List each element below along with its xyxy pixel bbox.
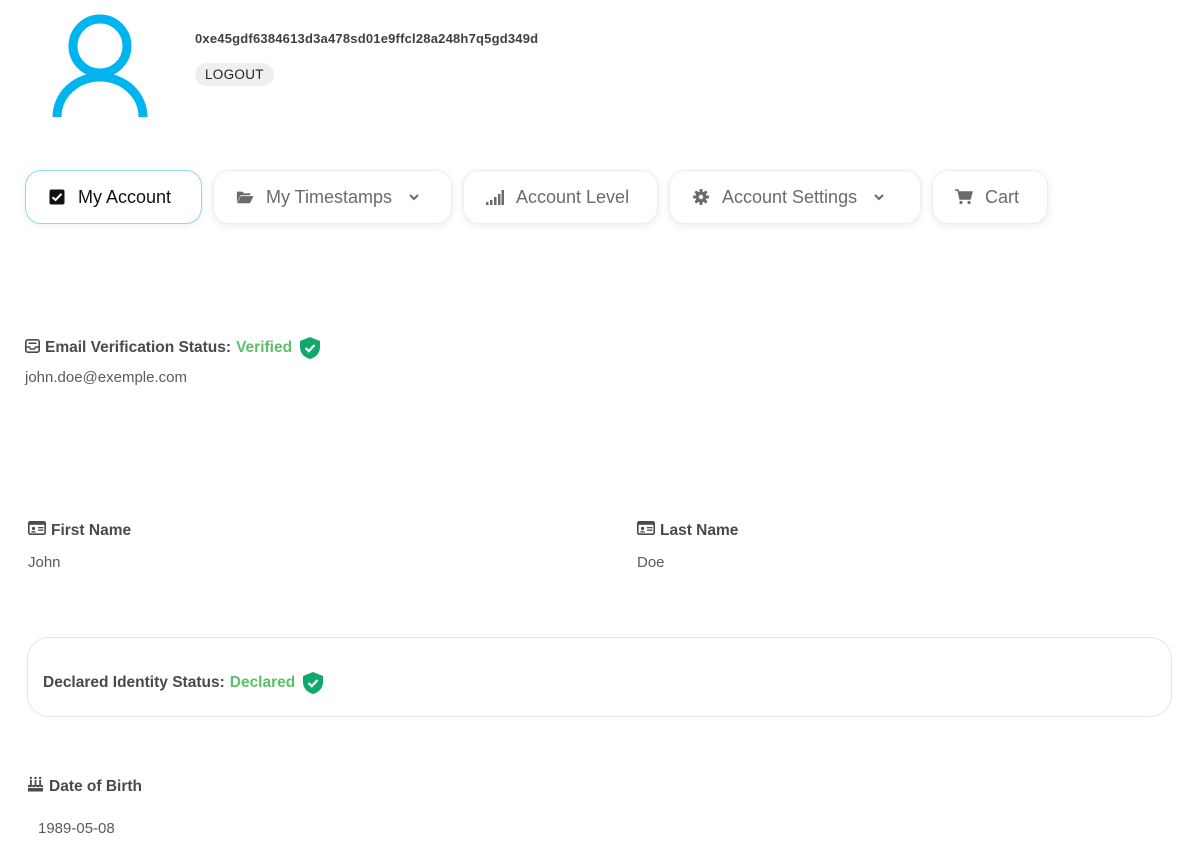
tab-label: My Timestamps bbox=[266, 186, 393, 207]
tab-label: My Account bbox=[78, 186, 172, 207]
tab-label: Account Level bbox=[516, 186, 630, 207]
date-of-birth-label: Date of Birth bbox=[27, 776, 142, 797]
id-card-icon bbox=[28, 521, 46, 540]
tab-account-level[interactable]: Account Level bbox=[463, 170, 658, 224]
identity-status-label: Declared Identity Status: bbox=[43, 674, 225, 691]
shield-check-icon bbox=[303, 672, 324, 694]
tab-label: Account Settings bbox=[722, 186, 858, 207]
tab-label: Cart bbox=[985, 186, 1020, 207]
first-name-value: John bbox=[28, 554, 61, 571]
email-address: john.doe@exemple.com bbox=[25, 369, 187, 386]
inbox-icon bbox=[25, 338, 40, 358]
account-nav: My Account My Timestamps Account Level A… bbox=[25, 170, 1048, 224]
gear-icon bbox=[692, 188, 710, 206]
chevron-down-icon bbox=[409, 194, 419, 201]
identity-status: Declared Identity Status: Declared bbox=[43, 671, 324, 695]
wallet-address: 0xe45gdf6384613d3a478sd01e9ffcl28a248h7q… bbox=[195, 31, 539, 46]
signal-icon bbox=[486, 188, 504, 206]
tab-my-account[interactable]: My Account bbox=[25, 170, 202, 224]
last-name-label: Last Name bbox=[637, 521, 738, 540]
tab-cart[interactable]: Cart bbox=[932, 170, 1048, 224]
identity-status-value: Declared bbox=[229, 674, 296, 691]
folder-open-icon bbox=[236, 188, 254, 206]
email-status-label: Email Verification Status: bbox=[45, 339, 232, 356]
tab-my-timestamps[interactable]: My Timestamps bbox=[213, 170, 452, 224]
tab-account-settings[interactable]: Account Settings bbox=[669, 170, 921, 224]
cart-icon bbox=[955, 188, 973, 206]
checkbox-icon bbox=[48, 188, 66, 206]
user-icon bbox=[52, 14, 148, 118]
date-of-birth-value: 1989-05-08 bbox=[38, 820, 115, 837]
shield-check-icon bbox=[300, 337, 321, 359]
logout-button[interactable]: LOGOUT bbox=[195, 63, 274, 86]
email-status-value: Verified bbox=[236, 339, 293, 356]
first-name-label: First Name bbox=[28, 521, 131, 540]
identity-status-card: Declared Identity Status: Declared bbox=[27, 637, 1172, 717]
id-card-icon bbox=[637, 521, 655, 540]
avatar bbox=[50, 12, 150, 118]
email-verification-status: Email Verification Status: Verified bbox=[25, 336, 321, 360]
last-name-value: Doe bbox=[637, 554, 665, 571]
birthday-cake-icon bbox=[27, 776, 44, 797]
chevron-down-icon bbox=[874, 194, 884, 201]
